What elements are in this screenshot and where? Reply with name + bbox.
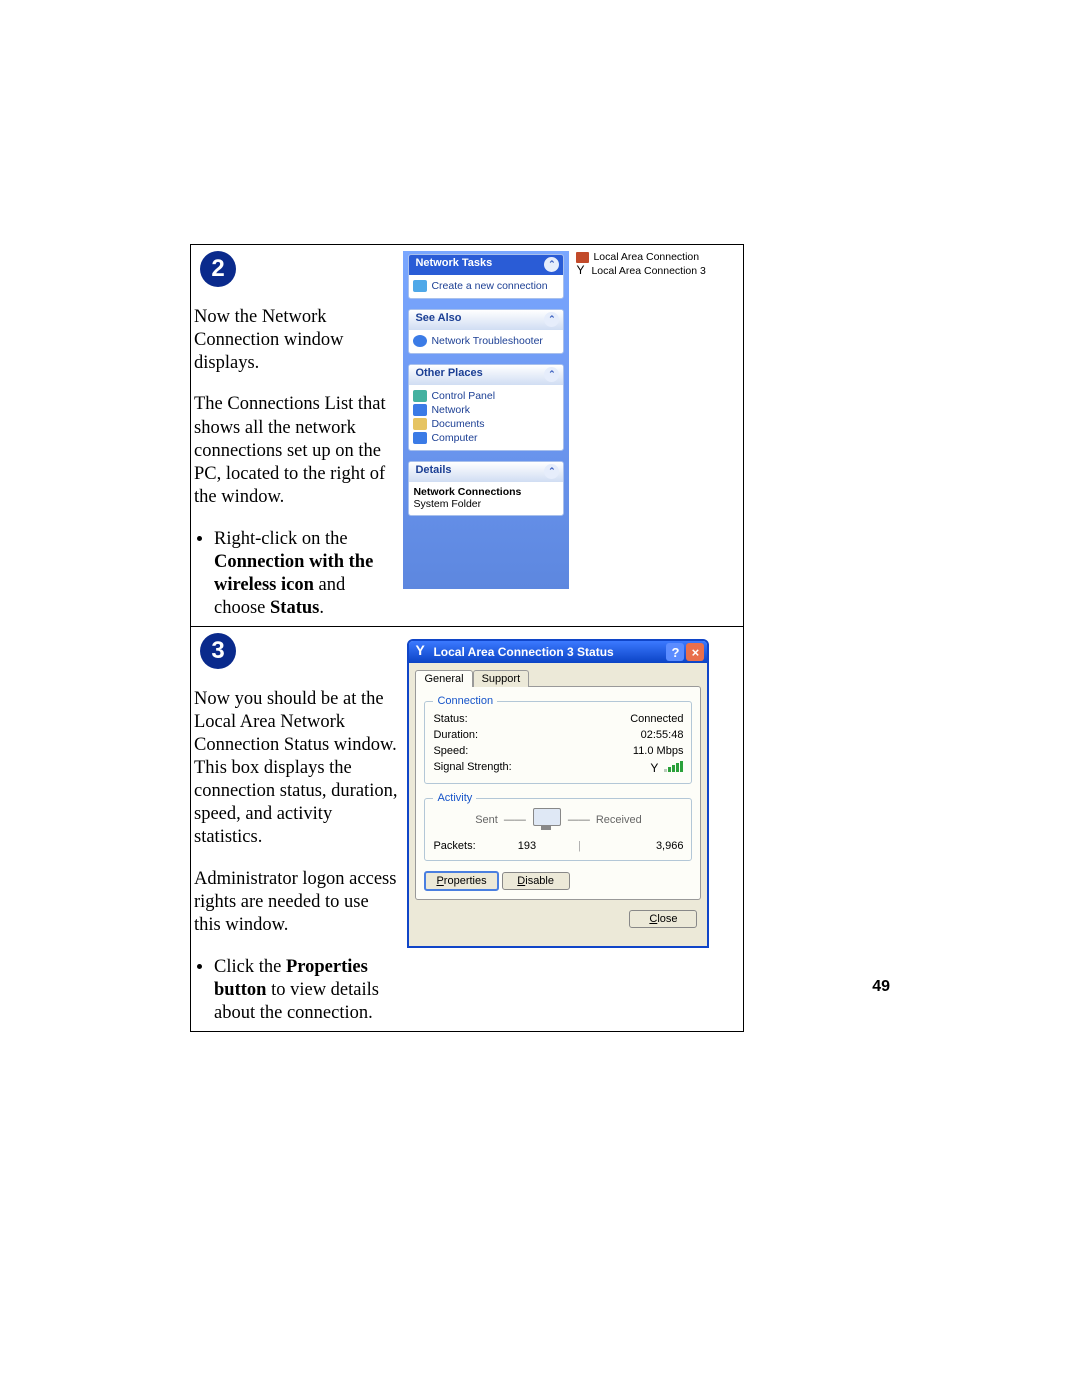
- info-icon: [413, 335, 427, 347]
- legend-activity: Activity: [433, 792, 476, 804]
- sidebar-header-details: Details⌃: [409, 462, 563, 482]
- sidebar-header-tasks: Network Tasks⌃: [409, 255, 563, 275]
- step-3-badge: 3: [200, 633, 236, 669]
- dialog-title: Local Area Connection 3 Status: [433, 645, 613, 659]
- help-button[interactable]: ?: [666, 643, 684, 661]
- value-packets-received: 3,966: [581, 840, 683, 852]
- group-connection: Connection Status: Connected Duration: 02:…: [424, 695, 692, 784]
- connections-list: Local Area Connection Local Area Connect…: [576, 251, 705, 279]
- steps-table: 2 Now the Network Connection window disp…: [190, 244, 744, 1032]
- xp-sidebar: Network Tasks⌃ Create a new connection S…: [403, 251, 569, 589]
- details-line-2: System Folder: [413, 498, 559, 510]
- sidebar-item-computer[interactable]: Computer: [413, 431, 559, 445]
- label-sent: Sent: [475, 814, 498, 826]
- tab-panel-general: Connection Status: Connected Duration: 02:…: [415, 686, 701, 900]
- sidebar-item-network[interactable]: Network: [413, 403, 559, 417]
- computer-icon: [413, 432, 427, 444]
- collapse-icon[interactable]: ⌃: [544, 464, 559, 479]
- sidebar-header-seealso: See Also⌃: [409, 310, 563, 330]
- label-speed: Speed:: [433, 745, 468, 757]
- step-2-bullet: Right-click on the Connection with the w…: [214, 528, 397, 621]
- sidebar-item-documents[interactable]: Documents: [413, 417, 559, 431]
- value-status: Connected: [630, 713, 683, 725]
- label-received: Received: [596, 814, 642, 826]
- step-3-para-2: Administrator logon access rights are ne…: [194, 868, 397, 937]
- wireless-icon: [415, 645, 429, 659]
- status-dialog-screenshot: Local Area Connection 3 Status ? × Gener…: [407, 639, 717, 949]
- close-button[interactable]: Close: [629, 910, 697, 928]
- tab-support[interactable]: Support: [473, 670, 530, 687]
- status-dialog: Local Area Connection 3 Status ? × Gener…: [407, 639, 709, 948]
- step-2-row: 2 Now the Network Connection window disp…: [191, 245, 744, 627]
- connection-item-wired[interactable]: Local Area Connection: [576, 251, 705, 263]
- step-3-para-1: Now you should be at the Local Area Netw…: [194, 688, 397, 850]
- connection-item-wireless[interactable]: Local Area Connection 3: [576, 265, 705, 277]
- properties-button[interactable]: Properties: [424, 871, 498, 891]
- step-2-para-1: Now the Network Connection window displa…: [194, 306, 397, 375]
- label-signal: Signal Strength:: [433, 761, 511, 775]
- value-duration: 02:55:48: [641, 729, 684, 741]
- label-duration: Duration:: [433, 729, 478, 741]
- step-2-para-2: The Connections List that shows all the …: [194, 393, 397, 509]
- wizard-icon: [413, 280, 427, 292]
- sidebar-item-troubleshooter[interactable]: Network Troubleshooter: [413, 334, 559, 348]
- collapse-icon[interactable]: ⌃: [544, 312, 559, 327]
- step-3-bullet: Click the Properties button to view deta…: [214, 956, 397, 1025]
- network-connections-screenshot: Network Tasks⌃ Create a new connection S…: [403, 251, 733, 589]
- network-icon: [413, 404, 427, 416]
- sidebar-group-tasks: Network Tasks⌃ Create a new connection: [408, 254, 564, 299]
- disable-button[interactable]: Disable: [502, 872, 570, 890]
- group-activity: Activity . Sent —— —— Received: [424, 792, 692, 861]
- nic-icon: [576, 252, 589, 263]
- step-3-screenshot-cell: Local Area Connection 3 Status ? × Gener…: [403, 627, 743, 1032]
- sidebar-item-control-panel[interactable]: Control Panel: [413, 389, 559, 403]
- control-panel-icon: [413, 390, 427, 402]
- value-packets-sent: 193: [476, 840, 578, 852]
- label-packets: Packets:: [433, 840, 475, 852]
- step-3-row: 3 Now you should be at the Local Area Ne…: [191, 627, 744, 1032]
- step-3-text-cell: 3 Now you should be at the Local Area Ne…: [191, 627, 404, 1032]
- details-line-1: Network Connections: [413, 486, 559, 498]
- sidebar-group-seealso: See Also⌃ Network Troubleshooter: [408, 309, 564, 354]
- close-icon[interactable]: ×: [686, 643, 704, 661]
- sidebar-group-other-places: Other Places⌃ Control Panel Network Docu…: [408, 364, 564, 451]
- page-number: 49: [872, 978, 890, 996]
- step-2-text-cell: 2 Now the Network Connection window disp…: [191, 245, 404, 627]
- sidebar-header-other: Other Places⌃: [409, 365, 563, 385]
- sidebar-item-create-connection[interactable]: Create a new connection: [413, 279, 559, 293]
- dialog-titlebar: Local Area Connection 3 Status ? ×: [409, 641, 707, 663]
- collapse-icon[interactable]: ⌃: [544, 367, 559, 382]
- tab-general[interactable]: General: [415, 670, 472, 687]
- value-speed: 11.0 Mbps: [633, 745, 684, 757]
- legend-connection: Connection: [433, 695, 497, 707]
- sidebar-group-details: Details⌃ Network Connections System Fold…: [408, 461, 564, 516]
- wireless-icon: [576, 266, 587, 277]
- label-status: Status:: [433, 713, 467, 725]
- dialog-tabs: GeneralSupport: [409, 663, 707, 686]
- step-2-screenshot-cell: Network Tasks⌃ Create a new connection S…: [403, 245, 743, 627]
- signal-strength-icon: [650, 761, 683, 775]
- collapse-icon[interactable]: ⌃: [544, 257, 559, 272]
- step-2-badge: 2: [200, 251, 236, 287]
- activity-icon: [532, 808, 562, 832]
- folder-icon: [413, 418, 427, 430]
